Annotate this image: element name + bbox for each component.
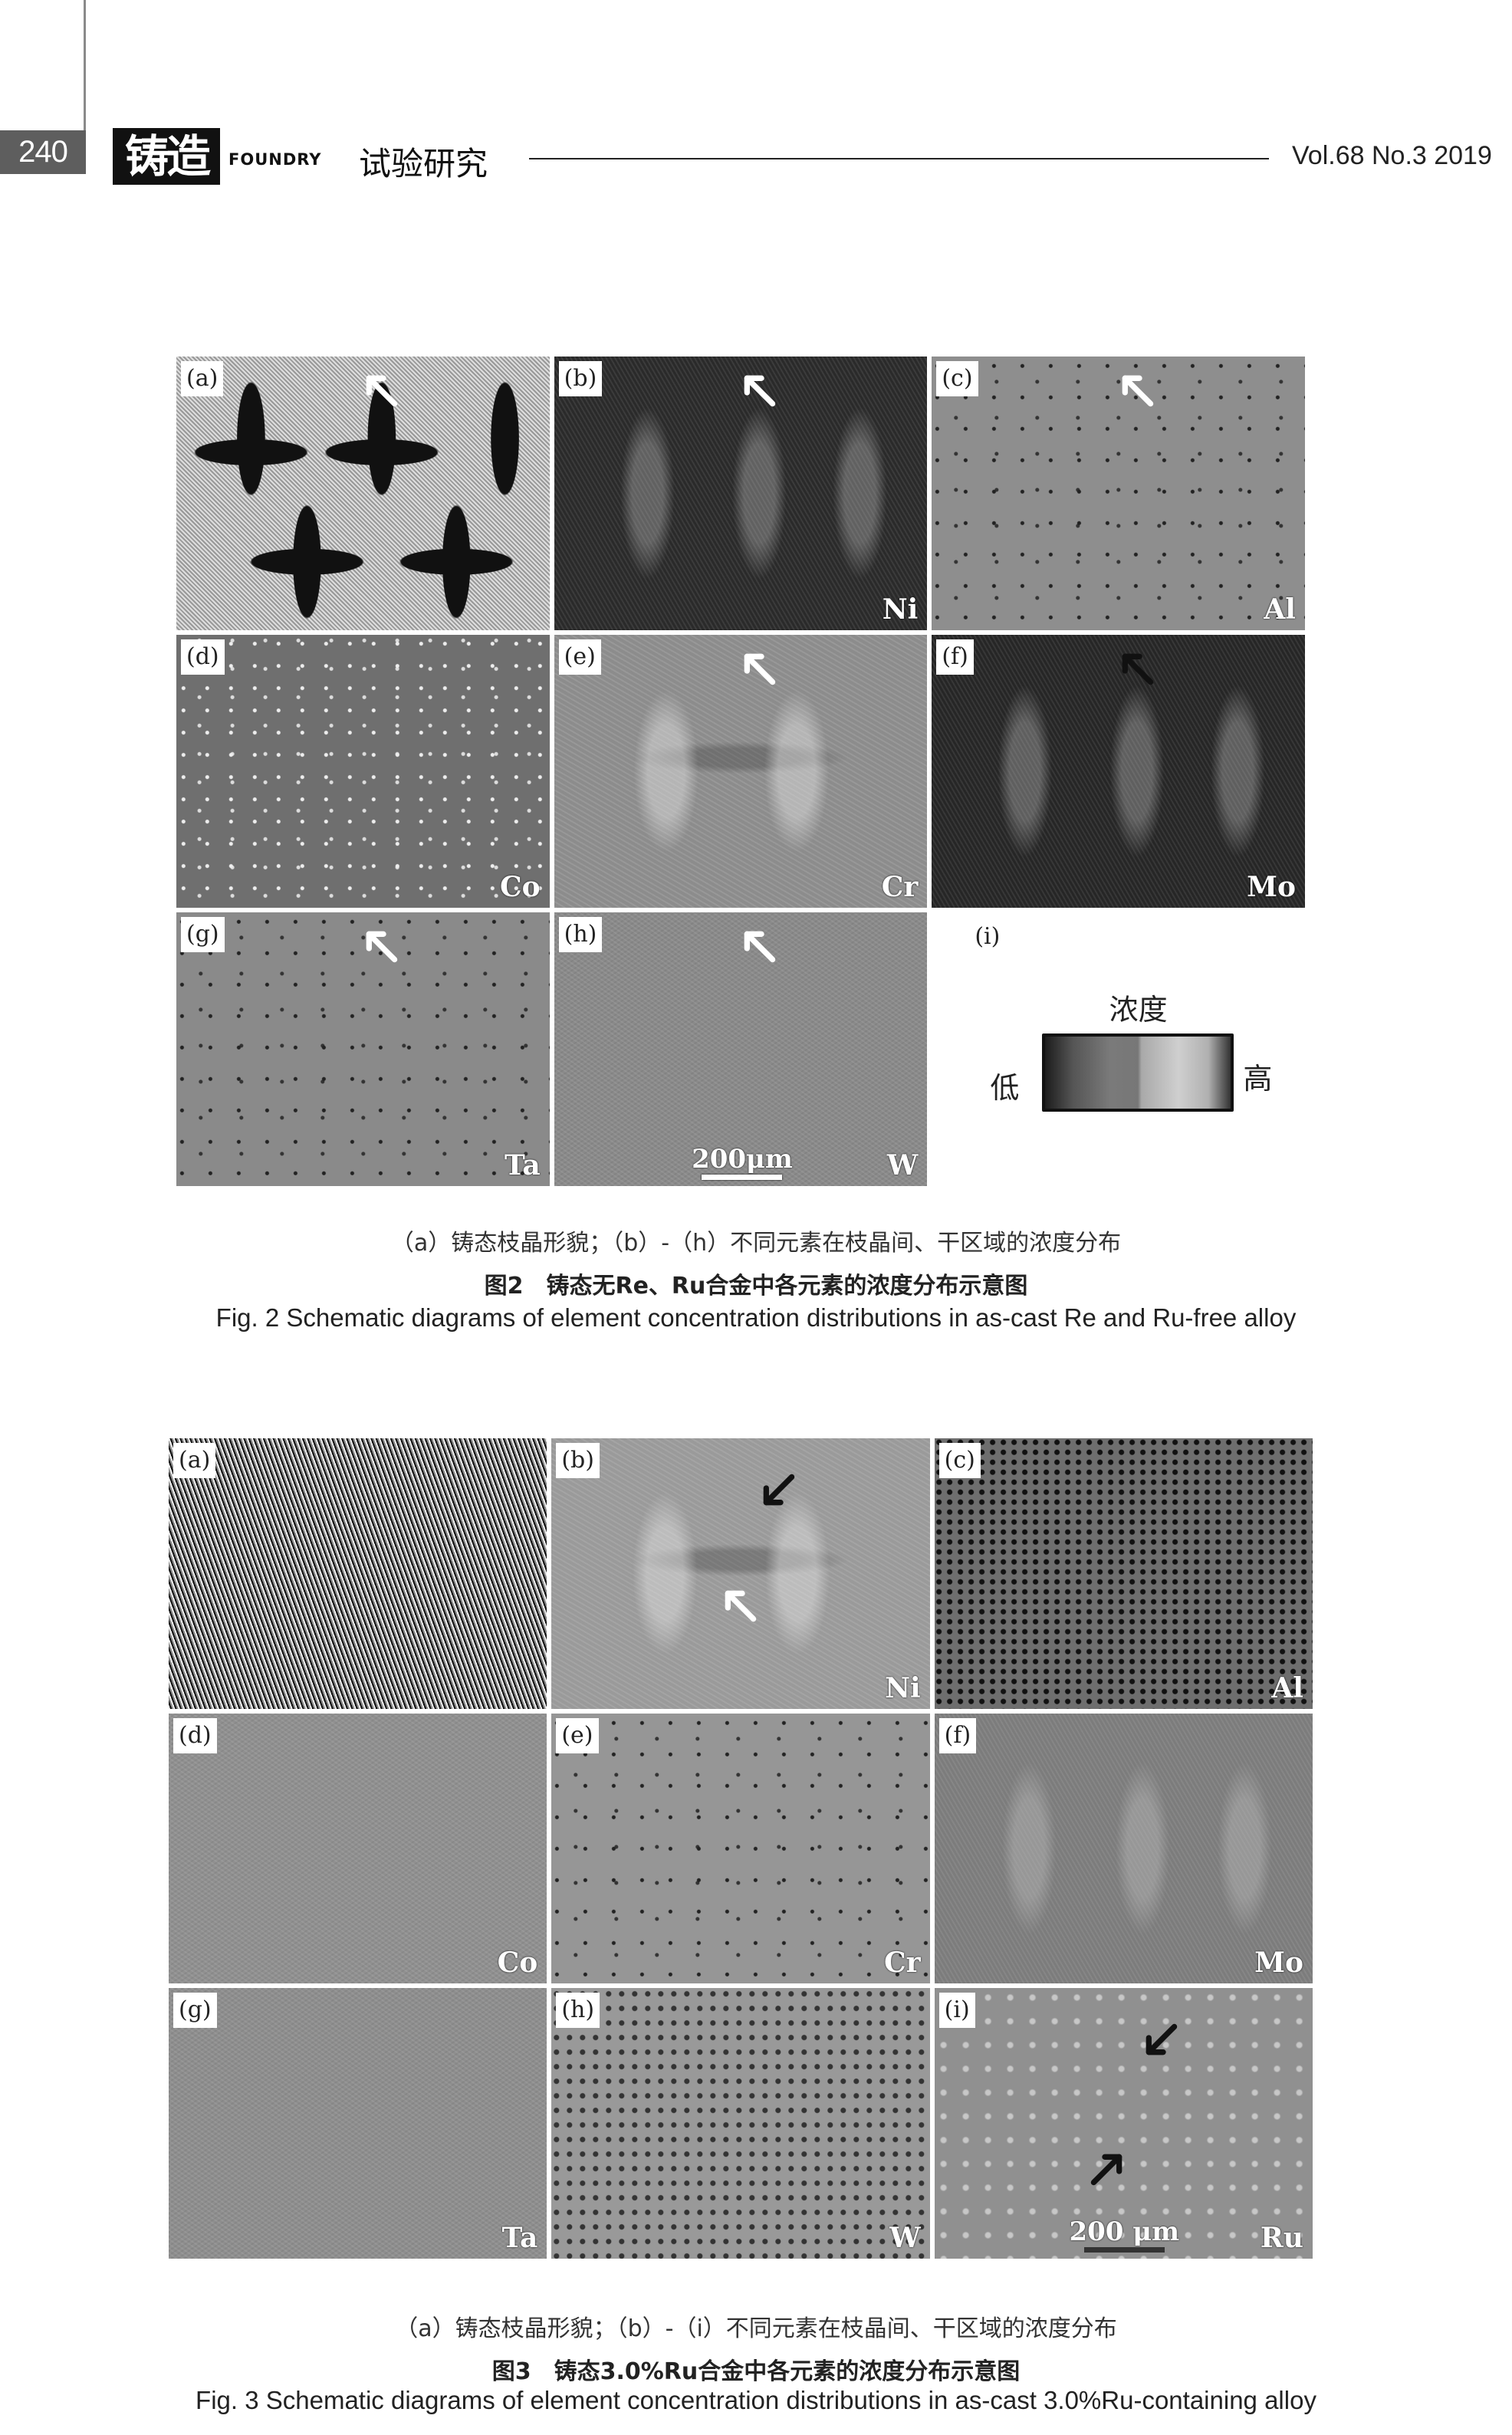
map-panel-ta: (g) Ta	[176, 912, 550, 1186]
map-panel-co: (d) Co	[169, 1713, 547, 1984]
header-rule	[529, 158, 1269, 159]
figure-2-caption-cn: 图2 铸态无Re、Ru合金中各元素的浓度分布示意图	[484, 1273, 1028, 1300]
legend-tag: (i)	[975, 923, 1001, 951]
panel-tag: (a)	[181, 361, 224, 396]
legend-low-label: 低	[990, 1071, 1020, 1106]
map-panel-w: (h) W 200μm	[554, 912, 928, 1186]
concentration-legend: (i) 浓度 低 高	[932, 912, 1305, 1186]
panel-tag: (b)	[558, 361, 603, 396]
map-panel-w: (h) W	[551, 1988, 930, 2259]
scale-bar-label: 200μm	[692, 1143, 793, 1175]
panel-tag: (b)	[556, 1443, 600, 1478]
element-label: Cr	[884, 1947, 921, 1980]
pointer-arrow-icon	[741, 372, 781, 412]
map-panel-al: (c) Al	[932, 357, 1305, 630]
panel-tag: (i)	[938, 1993, 975, 2029]
map-panel-morphology: (a)	[169, 1438, 547, 1709]
map-panel-cr: (e) Cr	[554, 634, 928, 909]
pointer-arrow-icon	[1086, 2151, 1126, 2190]
map-panel-ni: (b) Ni	[554, 357, 928, 630]
map-panel-ni: (b) Ni	[551, 1438, 930, 1709]
panel-tag: (h)	[556, 1993, 600, 2029]
figure-3-caption-cn: 图3 铸态3.0%Ru合金中各元素的浓度分布示意图	[491, 2358, 1021, 2385]
scale-bar: 200 μm	[1067, 2216, 1182, 2253]
panel-tag: (h)	[558, 917, 603, 953]
element-label: Al	[1264, 593, 1296, 626]
legend-title: 浓度	[1109, 993, 1168, 1027]
element-label: Ta	[504, 1148, 541, 1181]
pointer-arrow-icon	[1142, 2019, 1182, 2059]
pointer-arrow-icon	[741, 650, 781, 690]
element-label: Al	[1271, 1671, 1303, 1704]
pointer-arrow-icon	[363, 928, 403, 968]
figure-2-subcaption: （a）铸态枝晶形貌；（b）-（h）不同元素在枝晶间、干区域的浓度分布	[390, 1230, 1122, 1257]
panel-tag: (g)	[173, 1993, 217, 2029]
header-rule-vertical	[84, 0, 86, 130]
figure-3: (a) (b) Ni (c) Al (d) Co (e) Cr (f) Mo (g) Ta (h) W (i)…	[169, 1438, 1313, 2259]
scale-bar-line	[1083, 2246, 1165, 2253]
panel-tag: (c)	[938, 1443, 981, 1478]
map-panel-mo: (f) Mo	[932, 634, 1305, 909]
map-panel-mo: (f) Mo	[934, 1713, 1313, 1984]
panel-tag: (a)	[173, 1443, 216, 1478]
element-label: Ni	[882, 593, 919, 626]
panel-tag: (f)	[936, 639, 974, 675]
scale-bar: 200μm	[685, 1144, 800, 1180]
journal-logo: 铸造	[113, 128, 220, 185]
element-label: Mo	[1254, 1947, 1303, 1980]
panel-tag: (f)	[938, 1717, 977, 1753]
scale-bar-line	[702, 1174, 783, 1180]
pointer-arrow-icon	[1119, 372, 1159, 412]
section-title: 试验研究	[359, 145, 488, 182]
panel-tag: (g)	[181, 917, 225, 953]
figure-3-subcaption: （a）铸态枝晶形貌；（b）-（i）不同元素在枝晶间、干区域的浓度分布	[395, 2315, 1117, 2342]
map-panel-al: (c) Al	[934, 1438, 1313, 1709]
element-label: Ru	[1260, 2221, 1303, 2254]
element-label: W	[886, 1148, 919, 1181]
journal-name-en: FOUNDRY	[228, 150, 322, 169]
map-panel-morphology: (a)	[176, 357, 550, 630]
pointer-arrow-icon	[1119, 650, 1159, 690]
panel-tag: (e)	[556, 1717, 599, 1753]
map-panel-ta: (g) Ta	[169, 1988, 547, 2259]
scale-bar-label: 200 μm	[1069, 2216, 1180, 2247]
panel-tag: (d)	[173, 1717, 217, 1753]
figure-2: (a) (b) Ni (c) Al (d) Co (e) Cr (f) Mo (g) Ta (h) W 200…	[176, 357, 1305, 1186]
element-label: Ta	[501, 2221, 538, 2254]
map-panel-cr: (e) Cr	[551, 1713, 930, 1984]
pointer-arrow-icon	[721, 1587, 761, 1627]
map-panel-co: (d) Co	[176, 634, 550, 909]
panel-tag: (e)	[558, 639, 601, 675]
element-label: Ni	[885, 1671, 921, 1704]
panel-tag: (d)	[181, 639, 225, 675]
element-label: Co	[497, 1947, 538, 1980]
map-panel-ru: (i) Ru 200 μm	[934, 1988, 1313, 2259]
legend-high-label: 高	[1243, 1062, 1273, 1096]
element-label: Co	[499, 871, 541, 904]
figure-3-caption-en: Fig. 3 Schematic diagrams of element con…	[196, 2386, 1316, 2414]
page-number: 240	[0, 130, 86, 174]
pointer-arrow-icon	[760, 1469, 800, 1509]
panel-tag: (c)	[936, 361, 978, 396]
element-label: W	[889, 2221, 921, 2254]
pointer-arrow-icon	[741, 928, 781, 968]
element-label: Mo	[1247, 871, 1296, 904]
element-label: Cr	[881, 871, 919, 904]
figure-2-caption-en: Fig. 2 Schematic diagrams of element con…	[215, 1303, 1297, 1332]
volume-info: Vol.68 No.3 2019	[1292, 141, 1492, 170]
pointer-arrow-icon	[363, 372, 403, 412]
legend-gradient-bar	[1042, 1033, 1234, 1112]
